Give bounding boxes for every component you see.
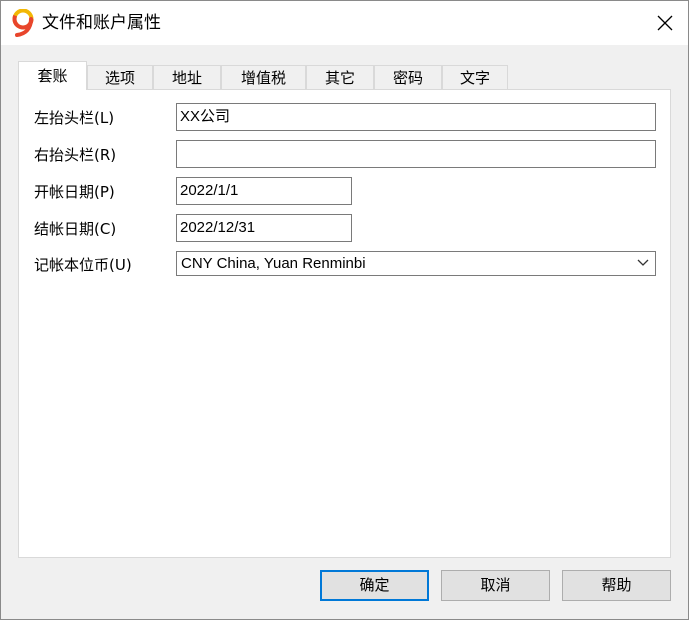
window-title: 文件和账户属性 <box>42 13 161 33</box>
closing-date-input[interactable]: 2022/12/31 <box>176 214 352 242</box>
base-currency-select[interactable]: CNY China, Yuan Renminbi <box>176 251 656 276</box>
opening-date-input[interactable]: 2022/1/1 <box>176 177 352 205</box>
help-button[interactable]: 帮助 <box>562 570 671 601</box>
tab-vat[interactable]: 增值税 <box>221 65 306 89</box>
nine-logo-icon <box>11 8 37 37</box>
tab-other[interactable]: 其它 <box>306 65 374 89</box>
tab-account[interactable]: 套账 <box>18 61 87 90</box>
base-currency-value: CNY China, Yuan Renminbi <box>181 255 366 272</box>
closing-date-label: 结帐日期(C) <box>34 220 117 238</box>
left-header-label: 左抬头栏(L) <box>34 109 115 127</box>
close-icon <box>657 15 673 31</box>
close-button[interactable] <box>642 1 688 45</box>
right-header-input[interactable] <box>176 140 656 168</box>
dialog-window: 文件和账户属性 套账 选项 地址 增值税 其它 密码 文字 左抬头栏(L) XX… <box>0 0 689 620</box>
cancel-button[interactable]: 取消 <box>441 570 550 601</box>
right-header-label: 右抬头栏(R) <box>34 146 117 164</box>
ok-button[interactable]: 确定 <box>320 570 429 601</box>
chevron-down-icon <box>637 259 649 266</box>
tab-address[interactable]: 地址 <box>153 65 221 89</box>
opening-date-label: 开帐日期(P) <box>34 183 115 201</box>
title-bar: 文件和账户属性 <box>1 1 688 45</box>
base-currency-label: 记帐本位币(U) <box>34 256 132 274</box>
tab-password[interactable]: 密码 <box>374 65 442 89</box>
tab-text[interactable]: 文字 <box>442 65 508 89</box>
left-header-input[interactable]: XX公司 <box>176 103 656 131</box>
tab-options[interactable]: 选项 <box>87 65 153 89</box>
